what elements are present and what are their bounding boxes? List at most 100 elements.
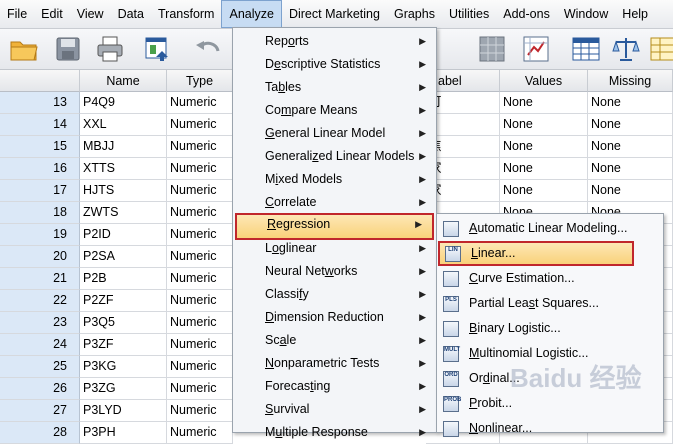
save-icon[interactable] [52, 33, 84, 65]
analyze-item-dimension-reduction[interactable]: Dimension Reduction ▶ [233, 306, 436, 329]
analyze-item-descriptive-statistics[interactable]: Descriptive Statistics ▶ [233, 53, 436, 76]
analyze-item-classify[interactable]: Classify ▶ [233, 283, 436, 306]
cell-missing[interactable]: None [588, 180, 673, 202]
split-file-icon[interactable] [476, 33, 508, 65]
menu-analyze[interactable]: Analyze [221, 0, 282, 28]
cell-name[interactable]: XXL [80, 114, 167, 136]
cell-name[interactable]: P2B [80, 268, 167, 290]
cell-label[interactable]: 家 [426, 180, 500, 202]
regression-item-linear-[interactable]: LIN Linear... [438, 241, 634, 266]
menu-file[interactable]: File [0, 3, 34, 25]
menu-view[interactable]: View [70, 3, 111, 25]
value-labels-icon[interactable] [570, 33, 602, 65]
analyze-item-compare-means[interactable]: Compare Means ▶ [233, 99, 436, 122]
menu-help[interactable]: Help [615, 3, 655, 25]
cell-type[interactable]: Numeric [167, 268, 233, 290]
menu-edit[interactable]: Edit [34, 3, 70, 25]
row-number[interactable]: 13 [0, 92, 80, 114]
cell-type[interactable]: Numeric [167, 180, 233, 202]
cell-missing[interactable]: None [588, 158, 673, 180]
cell-missing[interactable]: None [588, 92, 673, 114]
analyze-item-forecasting[interactable]: Forecasting ▶ [233, 375, 436, 398]
weight-cases-icon[interactable] [520, 33, 552, 65]
cell-type[interactable]: Numeric [167, 136, 233, 158]
menu-window[interactable]: Window [557, 3, 615, 25]
menu-graphs[interactable]: Graphs [387, 3, 442, 25]
cell-type[interactable]: Numeric [167, 246, 233, 268]
row-number[interactable]: 14 [0, 114, 80, 136]
row-number[interactable]: 19 [0, 224, 80, 246]
dialog-recall-icon[interactable] [142, 33, 174, 65]
regression-item-nonlinear-[interactable]: Nonlinear... [437, 416, 663, 441]
row-number[interactable]: 16 [0, 158, 80, 180]
cell-type[interactable]: Numeric [167, 312, 233, 334]
cell-values[interactable]: None [500, 158, 588, 180]
row-number[interactable]: 23 [0, 312, 80, 334]
print-icon[interactable] [94, 33, 126, 65]
row-number[interactable]: 26 [0, 378, 80, 400]
row-number[interactable]: 28 [0, 422, 80, 444]
undo-icon[interactable] [192, 33, 224, 65]
cell-name[interactable]: P3PH [80, 422, 167, 444]
cell-type[interactable]: Numeric [167, 422, 233, 444]
cell-type[interactable]: Numeric [167, 202, 233, 224]
analyze-item-regression[interactable]: Regression ▶ [235, 213, 434, 240]
row-number[interactable]: 20 [0, 246, 80, 268]
row-number[interactable]: 27 [0, 400, 80, 422]
menu-utilities[interactable]: Utilities [442, 3, 496, 25]
cell-values[interactable]: None [500, 92, 588, 114]
cell-name[interactable]: P3KG [80, 356, 167, 378]
cell-values[interactable]: None [500, 114, 588, 136]
cell-type[interactable]: Numeric [167, 158, 233, 180]
analyze-item-correlate[interactable]: Correlate ▶ [233, 191, 436, 214]
cell-name[interactable]: MBJJ [80, 136, 167, 158]
cell-name[interactable]: ZWTS [80, 202, 167, 224]
regression-item-partial-least-squares-[interactable]: PLS Partial Least Squares... [437, 291, 663, 316]
analyze-item-mixed-models[interactable]: Mixed Models ▶ [233, 168, 436, 191]
cell-type[interactable]: Numeric [167, 114, 233, 136]
header-name[interactable]: Name [80, 70, 167, 92]
cell-missing[interactable]: None [588, 114, 673, 136]
menu-direct-marketing[interactable]: Direct Marketing [282, 3, 387, 25]
regression-item-curve-estimation-[interactable]: Curve Estimation... [437, 266, 663, 291]
cell-type[interactable]: Numeric [167, 224, 233, 246]
header-type[interactable]: Type [167, 70, 233, 92]
cell-name[interactable]: P3Q5 [80, 312, 167, 334]
cell-label[interactable] [426, 114, 500, 136]
analyze-item-generalized-linear-models[interactable]: Generalized Linear Models ▶ [233, 145, 436, 168]
cell-name[interactable]: P2SA [80, 246, 167, 268]
regression-item-automatic-linear-modeling-[interactable]: Automatic Linear Modeling... [437, 216, 663, 241]
analyze-item-tables[interactable]: Tables ▶ [233, 76, 436, 99]
cell-label[interactable]: 家 [426, 158, 500, 180]
cell-values[interactable]: None [500, 136, 588, 158]
cell-type[interactable]: Numeric [167, 378, 233, 400]
analyze-item-reports[interactable]: Reports ▶ [233, 30, 436, 53]
regression-item-binary-logistic-[interactable]: Binary Logistic... [437, 316, 663, 341]
cell-type[interactable]: Numeric [167, 92, 233, 114]
cell-name[interactable]: P2ZF [80, 290, 167, 312]
cell-label[interactable]: 可 [426, 92, 500, 114]
row-number[interactable]: 22 [0, 290, 80, 312]
analyze-item-nonparametric-tests[interactable]: Nonparametric Tests ▶ [233, 352, 436, 375]
analyze-item-survival[interactable]: Survival ▶ [233, 398, 436, 421]
cell-missing[interactable]: None [588, 136, 673, 158]
analyze-item-scale[interactable]: Scale ▶ [233, 329, 436, 352]
cell-type[interactable]: Numeric [167, 290, 233, 312]
table-icon[interactable] [648, 33, 673, 65]
row-number[interactable]: 25 [0, 356, 80, 378]
scales-icon[interactable] [610, 33, 642, 65]
menu-data[interactable]: Data [111, 3, 151, 25]
header-missing[interactable]: Missing [588, 70, 673, 92]
open-folder-icon[interactable] [8, 33, 40, 65]
cell-name[interactable]: XTTS [80, 158, 167, 180]
cell-type[interactable]: Numeric [167, 356, 233, 378]
cell-type[interactable]: Numeric [167, 400, 233, 422]
menu-transform[interactable]: Transform [151, 3, 222, 25]
analyze-item-general-linear-model[interactable]: General Linear Model ▶ [233, 122, 436, 145]
analyze-item-neural-networks[interactable]: Neural Networks ▶ [233, 260, 436, 283]
cell-name[interactable]: P3ZF [80, 334, 167, 356]
row-number[interactable]: 21 [0, 268, 80, 290]
menu-add-ons[interactable]: Add-ons [496, 3, 557, 25]
cell-name[interactable]: HJTS [80, 180, 167, 202]
cell-name[interactable]: P4Q9 [80, 92, 167, 114]
